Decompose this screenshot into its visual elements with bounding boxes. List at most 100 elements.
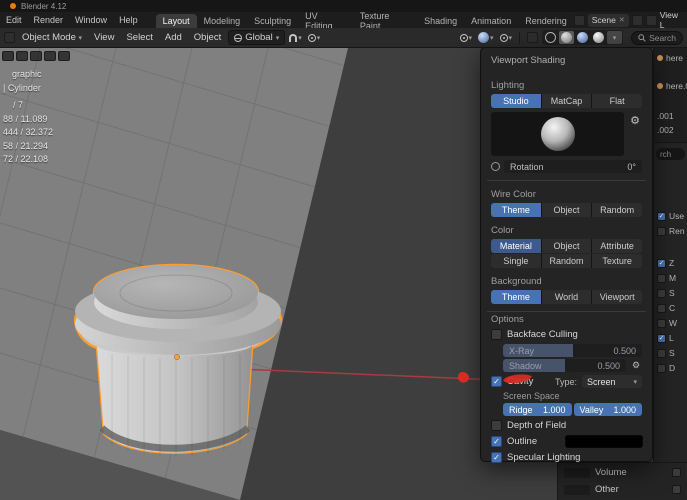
xray-slider[interactable]: X-Ray 0.500 (503, 344, 642, 357)
rotation-slider[interactable]: Rotation 0° (504, 160, 642, 173)
studiolight-settings-button[interactable]: ⚙ (628, 112, 642, 156)
outliner-item[interactable]: here.0 (657, 81, 687, 91)
studiolight-preview[interactable] (491, 112, 624, 156)
overlays-button[interactable]: ▾ (498, 30, 515, 45)
checkbox[interactable] (657, 288, 666, 298)
checkbox[interactable] (657, 348, 666, 358)
transform-orientation-dropdown[interactable]: Global ▾ (228, 30, 286, 45)
shading-rendered-button[interactable] (591, 31, 606, 44)
checkbox[interactable] (672, 485, 681, 494)
specular-lighting-checkbox[interactable] (491, 452, 502, 463)
mode-dropdown[interactable]: Object Mode ▾ (17, 32, 87, 43)
depth-of-field-checkbox[interactable] (491, 420, 502, 431)
outliner-item[interactable]: here (657, 53, 683, 63)
gizmo-button[interactable]: ▾ (476, 30, 496, 45)
properties-row[interactable]: S (657, 288, 675, 298)
cavity-checkbox[interactable] (491, 376, 502, 387)
wire-theme-button[interactable]: Theme (491, 203, 541, 217)
outline-color-swatch[interactable] (566, 436, 642, 447)
checkbox[interactable] (657, 318, 666, 328)
outline-checkbox[interactable] (491, 436, 502, 447)
menu-select[interactable]: Select (121, 32, 157, 43)
cavity-type-dropdown[interactable]: Screen ▾ (582, 375, 642, 388)
editor-type-icon[interactable] (4, 32, 15, 43)
view-layer-icon[interactable] (645, 14, 657, 26)
backface-culling-checkbox[interactable] (491, 329, 502, 340)
checkbox[interactable] (657, 333, 666, 343)
properties-row[interactable]: Ren (657, 226, 685, 236)
tool-icon[interactable] (44, 51, 56, 61)
color-texture-button[interactable]: Texture (592, 254, 642, 268)
shadow-settings-button[interactable]: ⚙ (630, 360, 642, 371)
properties-row[interactable]: C (657, 303, 675, 313)
shading-wireframe-button[interactable] (543, 31, 558, 44)
checkbox[interactable] (657, 258, 666, 268)
background-viewport-button[interactable]: Viewport (592, 290, 642, 304)
shading-material-button[interactable] (575, 31, 590, 44)
menu-render[interactable]: Render (28, 12, 70, 28)
outliner-item[interactable]: .002 (657, 125, 674, 135)
shadow-slider[interactable]: Shadow 0.500 (503, 359, 626, 372)
properties-row[interactable]: D (657, 363, 675, 373)
scene-unlink-icon[interactable]: ✕ (619, 16, 625, 24)
tab-animation[interactable]: Animation (464, 14, 518, 28)
properties-row[interactable]: W (657, 318, 677, 328)
properties-row[interactable]: S (657, 348, 675, 358)
checkbox[interactable] (657, 303, 666, 313)
checkbox[interactable] (672, 468, 681, 477)
shading-solid-button[interactable] (559, 31, 575, 44)
new-scene-icon[interactable] (631, 14, 643, 26)
lighting-matcap-button[interactable]: MatCap (541, 94, 592, 108)
properties-row[interactable]: Use (657, 211, 684, 221)
ridge-slider[interactable]: Ridge 1.000 (503, 403, 572, 416)
checkbox[interactable] (657, 273, 666, 283)
properties-row-volume[interactable]: Volume (564, 467, 681, 478)
shading-popover-toggle[interactable]: ▾ (607, 31, 623, 44)
properties-row[interactable]: L (657, 333, 674, 343)
menu-view[interactable]: View (89, 32, 119, 43)
tab-sculpting[interactable]: Sculpting (247, 14, 298, 28)
lighting-studio-button[interactable]: Studio (491, 94, 541, 108)
tool-icon[interactable] (58, 51, 70, 61)
view-icon[interactable] (16, 51, 28, 61)
checkbox[interactable] (657, 211, 666, 221)
snap-magnet-button[interactable]: ▾ (287, 30, 304, 45)
lighting-flat-button[interactable]: Flat (592, 94, 642, 108)
editor-mode-icon[interactable] (2, 51, 14, 61)
properties-row[interactable]: M (657, 273, 676, 283)
outliner-item[interactable]: .001 (657, 111, 674, 121)
tab-uv-editing[interactable]: UV Editing (298, 11, 353, 31)
menu-add[interactable]: Add (160, 32, 187, 43)
menu-window[interactable]: Window (69, 12, 113, 28)
properties-search-input[interactable]: rch (656, 148, 685, 160)
checkbox[interactable] (657, 226, 666, 236)
background-world-button[interactable]: World (541, 290, 592, 304)
checkbox[interactable] (657, 363, 666, 373)
color-object-button[interactable]: Object (541, 239, 592, 253)
proportional-edit-button[interactable]: ▾ (306, 30, 323, 45)
tab-modeling[interactable]: Modeling (197, 14, 248, 28)
search-input[interactable]: Search (631, 30, 683, 45)
color-random-button[interactable]: Random (541, 254, 592, 268)
menu-edit[interactable]: Edit (0, 12, 28, 28)
wire-object-button[interactable]: Object (541, 203, 592, 217)
color-single-button[interactable]: Single (491, 254, 541, 268)
background-theme-button[interactable]: Theme (491, 290, 541, 304)
tab-rendering[interactable]: Rendering (518, 14, 574, 28)
properties-row-other[interactable]: Other (564, 484, 681, 495)
properties-row[interactable]: Z (657, 258, 674, 268)
tab-texture-paint[interactable]: Texture Paint (353, 11, 417, 31)
xray-toggle-button[interactable] (525, 30, 540, 45)
color-material-button[interactable]: Material (491, 239, 541, 253)
wire-random-button[interactable]: Random (592, 203, 642, 217)
tab-layout[interactable]: Layout (155, 14, 197, 28)
value-field[interactable] (564, 467, 590, 478)
tab-shading[interactable]: Shading (417, 14, 464, 28)
color-attribute-button[interactable]: Attribute (592, 239, 642, 253)
menu-help[interactable]: Help (113, 12, 144, 28)
menu-object[interactable]: Object (189, 32, 226, 43)
scene-selector[interactable]: Scene ✕ (587, 13, 629, 27)
select-visibility-button[interactable]: ▾ (458, 30, 475, 45)
options-icon[interactable] (30, 51, 42, 61)
valley-slider[interactable]: Valley 1.000 (573, 403, 642, 416)
